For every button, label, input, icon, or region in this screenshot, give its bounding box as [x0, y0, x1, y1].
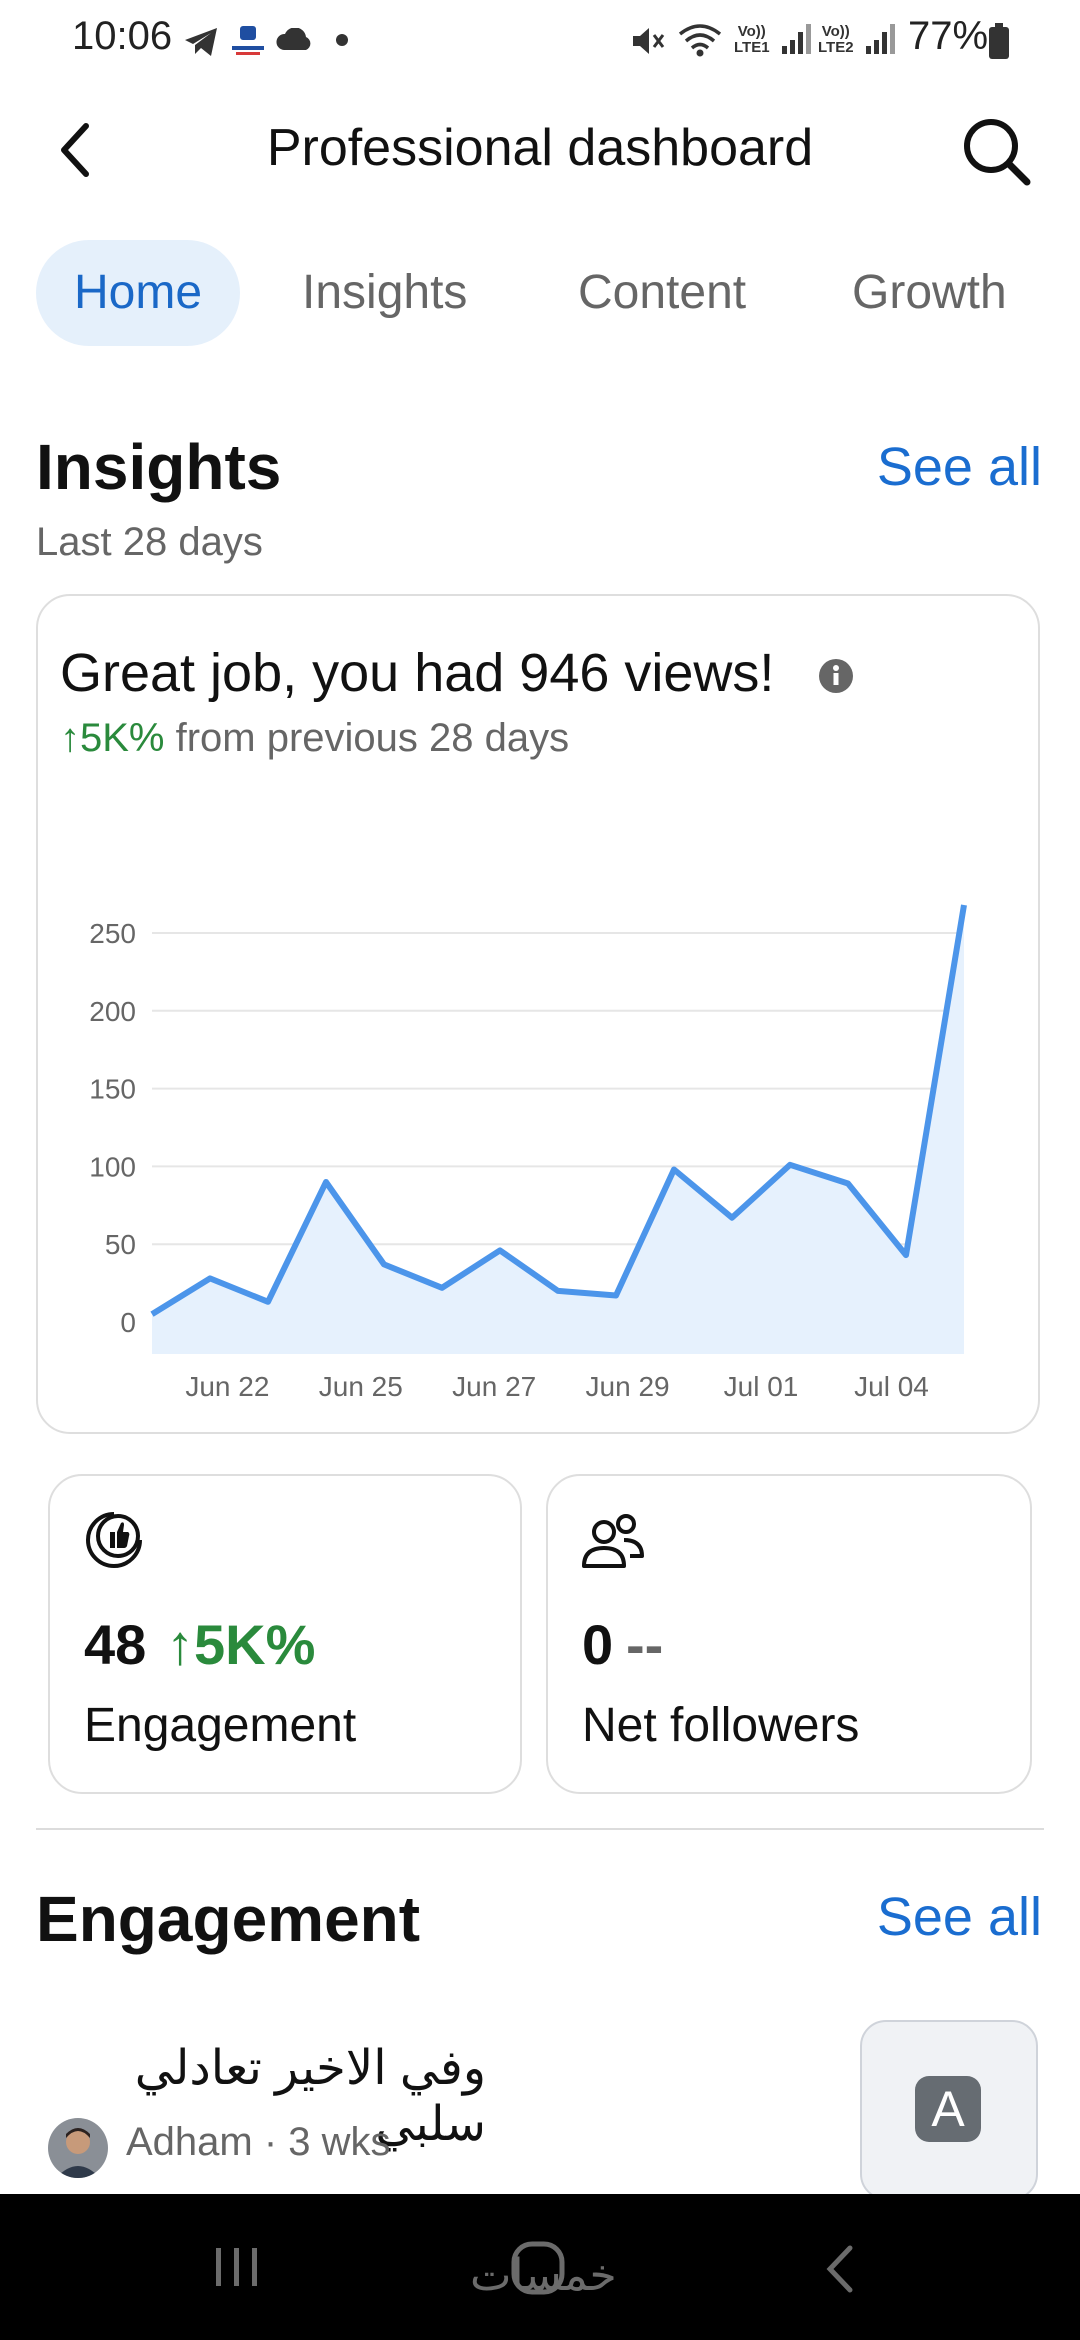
battery-percent: 77% [908, 14, 989, 58]
y-tick-label: 0 [120, 1307, 136, 1338]
carrefour-icon [232, 26, 264, 55]
y-tick-label: 50 [105, 1229, 136, 1260]
signal-1-icon [782, 24, 811, 54]
text-post-icon: A [915, 2076, 981, 2142]
post-meta: Adham · 3 wks [126, 2120, 391, 2164]
search-button[interactable] [955, 110, 1035, 190]
tab-insights[interactable]: Insights [264, 240, 505, 346]
tab-content[interactable]: Content [540, 240, 784, 346]
tab-growth[interactable]: Growth [814, 240, 1045, 346]
tab-home[interactable]: Home [36, 240, 241, 346]
status-bar: 10:06 Vo)) LTE1 Vo)) LTE2 77% [0, 0, 1080, 80]
lte2-indicator: Vo)) LTE2 [818, 23, 854, 56]
engagement-see-all-link[interactable]: See all [877, 1886, 1042, 1948]
back-nav-icon[interactable] [820, 2242, 860, 2296]
recent-apps-icon[interactable] [212, 2242, 262, 2292]
section-divider [36, 1828, 1044, 1830]
page-title: Professional dashboard [266, 119, 814, 177]
notification-dot-icon [336, 34, 348, 46]
like-icon [86, 1512, 142, 1568]
watermark-logo: خمسات [470, 2251, 617, 2300]
x-tick-label: Jul 01 [724, 1371, 799, 1402]
cloud-icon [276, 28, 311, 50]
search-icon [964, 119, 1031, 186]
y-tick-label: 200 [89, 996, 136, 1027]
battery-icon [989, 23, 1009, 59]
y-tick-label: 100 [89, 1151, 136, 1182]
views-change: ↑5K% from previous 28 days [60, 716, 569, 761]
insights-period: Last 28 days [36, 520, 263, 564]
info-icon[interactable] [818, 658, 854, 694]
y-tick-label: 150 [89, 1074, 136, 1105]
net-followers-label: Net followers [582, 1699, 860, 1752]
engagement-label: Engagement [84, 1699, 357, 1752]
mute-icon [633, 28, 665, 54]
x-tick-label: Jun 27 [452, 1371, 536, 1402]
engagement-title: Engagement [36, 1883, 421, 1955]
lte1-indicator: Vo)) LTE1 [734, 23, 770, 56]
telegram-icon [185, 28, 217, 56]
insights-see-all-link[interactable]: See all [877, 436, 1042, 498]
views-line-chart: 0 50 100 150 200 250 Jun 22 Jun 25 Jun 27 Jun 29… [89, 904, 967, 1402]
chart-x-axis: Jun 22 Jun 25 Jun 27 Jun 29 Jul 01 Jul 04 [185, 1371, 928, 1402]
x-tick-label: Jun 25 [319, 1371, 403, 1402]
views-change-text: from previous 28 days [164, 716, 570, 760]
chart-y-axis: 0 50 100 150 200 250 [89, 918, 136, 1338]
avatar [48, 2118, 108, 2178]
x-tick-label: Jul 04 [854, 1371, 929, 1402]
x-tick-label: Jun 29 [586, 1371, 670, 1402]
wifi-icon [678, 24, 722, 57]
people-icon [582, 1514, 644, 1568]
x-tick-label: Jun 22 [185, 1371, 269, 1402]
y-tick-label: 250 [89, 918, 136, 949]
net-followers-value: 0 [582, 1613, 614, 1676]
net-followers-change: -- [626, 1613, 664, 1676]
engagement-change: ↑5K% [166, 1613, 316, 1676]
status-time: 10:06 [72, 14, 173, 58]
engagement-value: 48 [84, 1613, 147, 1676]
views-headline: Great job, you had 946 views! [60, 643, 775, 703]
views-change-value: ↑5K% [60, 716, 165, 760]
signal-2-icon [866, 24, 895, 54]
insights-title: Insights [36, 431, 282, 503]
